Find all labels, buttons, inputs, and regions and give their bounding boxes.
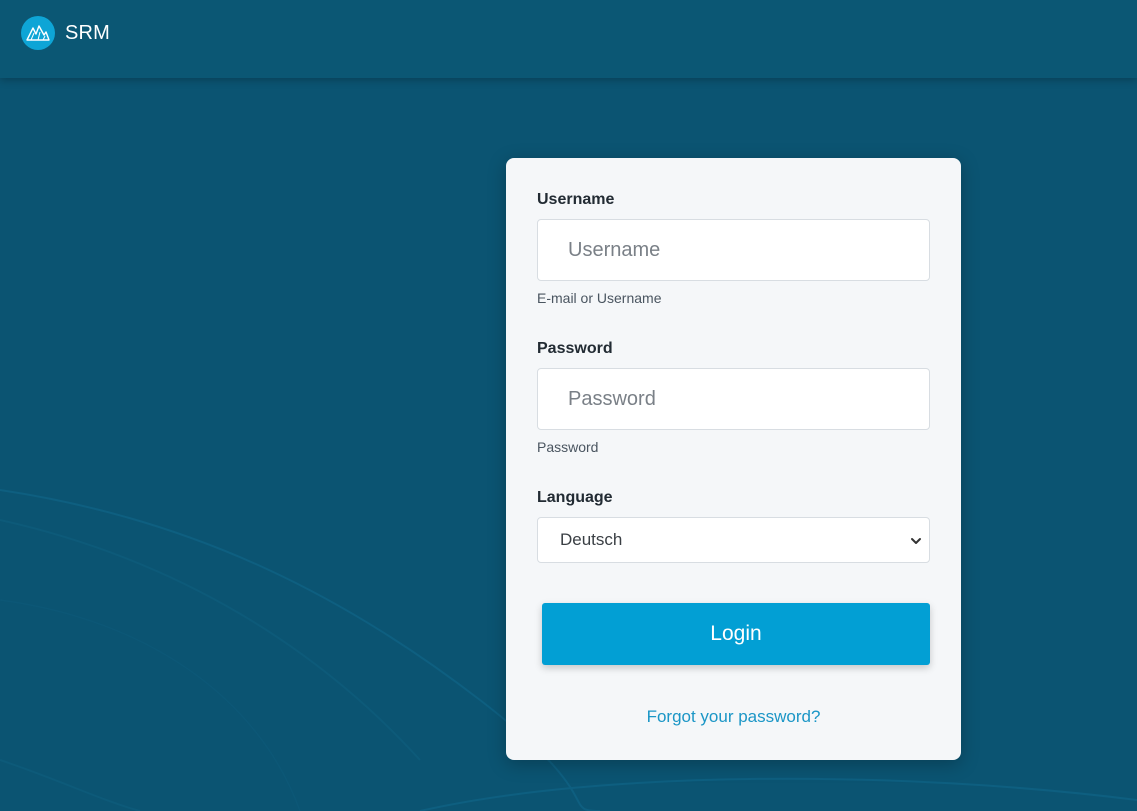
password-label: Password — [537, 340, 613, 357]
login-button[interactable]: Login — [542, 603, 930, 665]
brand-logo[interactable]: SRM — [21, 16, 110, 50]
forgot-password-link[interactable]: Forgot your password? — [506, 707, 961, 727]
login-card: Username E-mail or Username Password Pas… — [506, 158, 961, 760]
username-label: Username — [537, 191, 615, 208]
username-input[interactable] — [537, 219, 930, 281]
language-select[interactable]: Deutsch — [537, 517, 930, 563]
password-help-text: Password — [537, 439, 599, 455]
language-selected-value: Deutsch — [560, 530, 623, 549]
chevron-down-icon — [909, 533, 923, 553]
language-label: Language — [537, 489, 613, 506]
password-input[interactable] — [537, 368, 930, 430]
brand-name: SRM — [65, 21, 111, 44]
mountain-logo-icon — [21, 16, 55, 50]
username-help-text: E-mail or Username — [537, 290, 662, 306]
top-bar: SRM — [0, 0, 1137, 78]
